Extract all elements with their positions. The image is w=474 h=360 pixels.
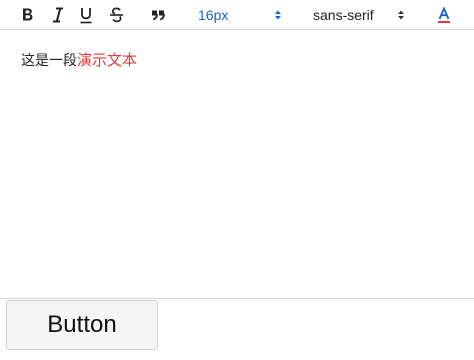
strikethrough-icon [109, 7, 123, 23]
font-size-select[interactable]: 16px [186, 4, 288, 26]
font-family-value: sans-serif [313, 7, 374, 23]
blockquote-icon [152, 10, 165, 21]
underline-icon [80, 7, 92, 23]
rich-text-editor[interactable]: 这是一段演示文本 [0, 31, 474, 299]
blockquote-button[interactable] [148, 4, 168, 26]
bold-button[interactable] [18, 4, 38, 26]
italic-button[interactable] [48, 4, 68, 26]
select-arrows-icon [275, 10, 281, 20]
strikethrough-button[interactable] [106, 4, 126, 26]
font-family-select[interactable]: sans-serif [301, 4, 411, 26]
font-size-value: 16px [198, 7, 229, 23]
italic-icon [53, 7, 63, 23]
editor-text-red: 演示文本 [77, 52, 138, 69]
font-color-icon [438, 6, 450, 23]
action-button[interactable]: Button [6, 300, 158, 350]
editor-toolbar: 16px sans-serif [0, 0, 474, 30]
underline-button[interactable] [76, 4, 96, 26]
bold-icon [23, 8, 33, 21]
editor-text-plain: 这是一段 [21, 52, 77, 68]
editor-paragraph: 这是一段演示文本 [21, 51, 453, 70]
select-arrows-icon [398, 10, 404, 20]
font-color-button[interactable] [434, 4, 454, 26]
